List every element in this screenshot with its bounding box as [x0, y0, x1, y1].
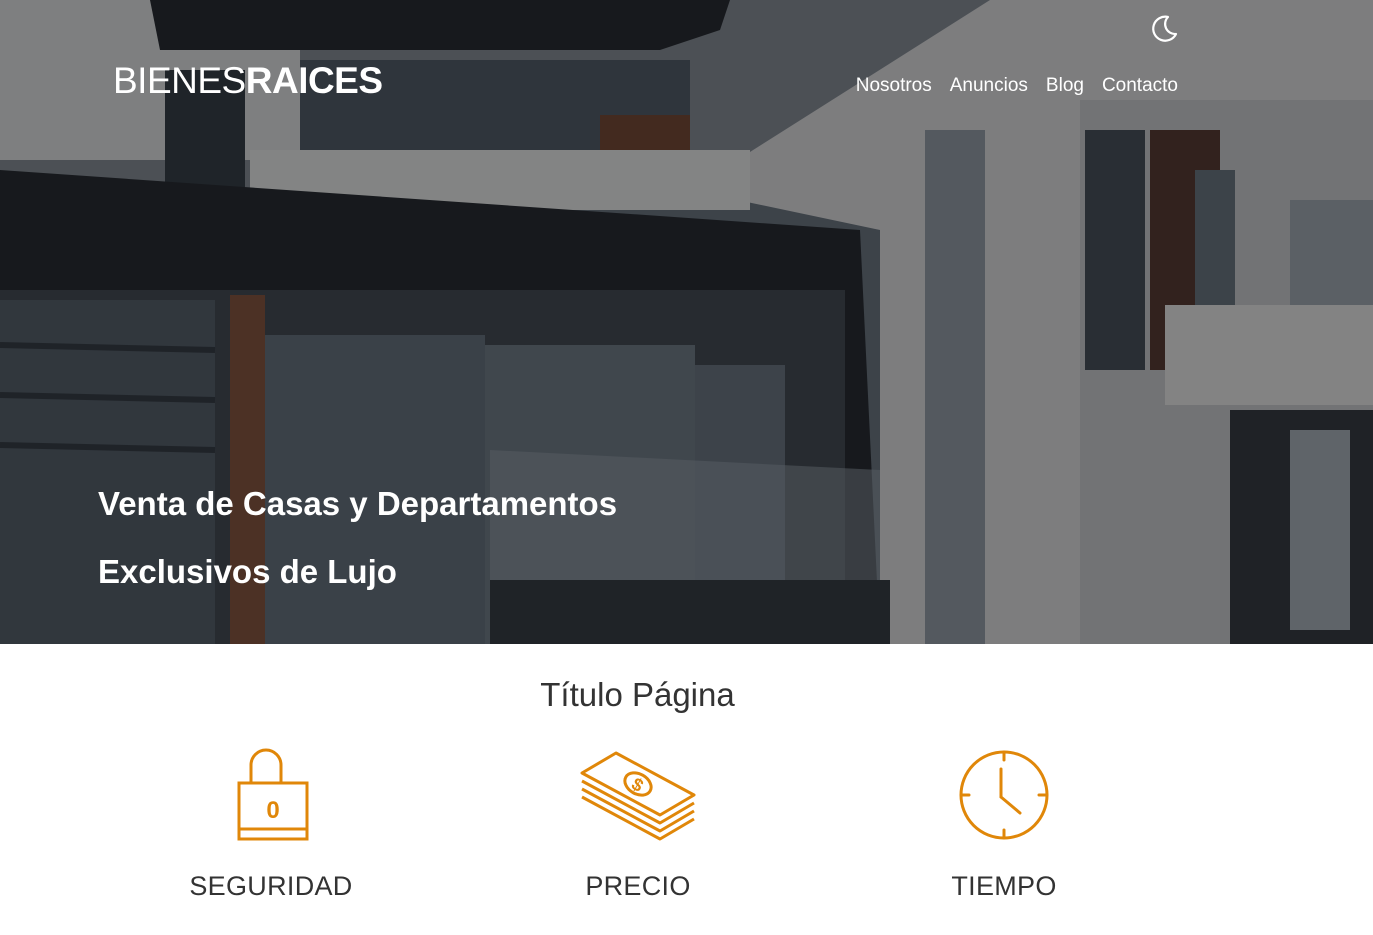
nav-link-nosotros[interactable]: Nosotros — [856, 74, 932, 98]
moon-icon — [1152, 15, 1178, 42]
site-logo[interactable]: BIENESRAICES — [113, 62, 383, 99]
page-title: Título Página — [540, 676, 735, 713]
svg-text:0: 0 — [266, 797, 279, 824]
hero-title: Venta de Casas y Departamentos Exclusivo… — [98, 485, 618, 590]
clock-icon — [959, 750, 1049, 840]
money-stack-icon: $ — [580, 751, 696, 841]
main-navigation: Nosotros Anuncios Blog Contacto — [856, 74, 1178, 98]
nav-link-contacto[interactable]: Contacto — [1102, 74, 1178, 98]
logo-text-light: BIENES — [113, 60, 246, 101]
logo-text-bold: RAICES — [245, 60, 383, 101]
nav-link-anuncios[interactable]: Anuncios — [950, 74, 1028, 98]
feature-label: SEGURIDAD — [189, 871, 353, 901]
feature-tiempo: TIEMPO — [854, 745, 1154, 902]
dark-mode-toggle[interactable] — [1148, 12, 1180, 44]
hero-header: BIENESRAICES Nosotros Anuncios Blog Cont… — [0, 0, 1373, 644]
nav-link-blog[interactable]: Blog — [1046, 74, 1084, 98]
padlock-icon: 0 — [237, 748, 309, 841]
feature-seguridad: 0 SEGURIDAD — [121, 745, 421, 902]
feature-label: PRECIO — [585, 871, 691, 901]
feature-label: TIEMPO — [951, 871, 1057, 901]
feature-precio: $ PRECIO — [488, 745, 788, 902]
